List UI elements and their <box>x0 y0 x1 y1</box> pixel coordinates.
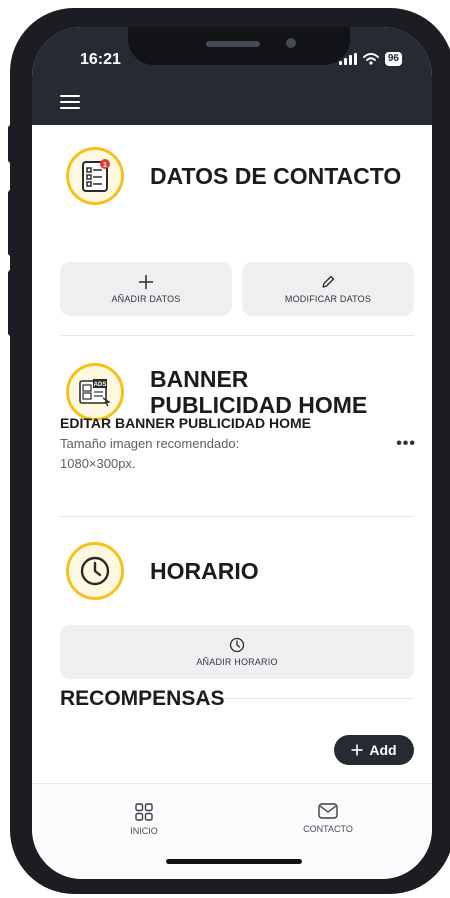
phone-screen: 16:21 96 1 DATOS DE CONTACTO AÑADIR DATO… <box>32 27 432 879</box>
tab-inicio-label: INICIO <box>130 826 158 836</box>
grid-icon <box>135 803 153 821</box>
add-data-button[interactable]: AÑADIR DATOS <box>60 262 232 316</box>
edit-banner-item[interactable]: EDITAR BANNER PUBLICIDAD HOME Tamaño ima… <box>60 415 416 474</box>
svg-text:1: 1 <box>103 162 107 169</box>
speaker-grille <box>206 41 260 47</box>
signal-icon <box>338 53 357 65</box>
more-options-icon[interactable]: ••• <box>396 435 416 453</box>
pencil-icon <box>322 275 335 288</box>
add-schedule-label: AÑADIR HORARIO <box>196 657 278 667</box>
tab-contacto-label: CONTACTO <box>303 824 353 834</box>
clock-small-icon <box>229 637 245 653</box>
edit-banner-title: EDITAR BANNER PUBLICIDAD HOME <box>60 415 311 431</box>
edit-data-label: MODIFICAR DATOS <box>284 294 372 304</box>
bottom-tab-bar: INICIO CONTACTO <box>32 783 432 879</box>
add-data-label: AÑADIR DATOS <box>111 294 181 304</box>
schedule-section-header: HORARIO <box>66 542 259 600</box>
plus-icon <box>139 275 153 289</box>
camera-dot <box>286 38 296 48</box>
divider <box>60 335 414 336</box>
banner-section-title: BANNER PUBLICIDAD HOME <box>150 366 368 418</box>
ads-icon: ADS <box>66 363 124 421</box>
contact-section-title: DATOS DE CONTACTO <box>150 163 402 189</box>
mail-icon <box>318 803 338 819</box>
add-reward-label: Add <box>369 742 397 758</box>
ads-badge-text: ADS <box>94 382 107 388</box>
home-indicator <box>166 859 302 864</box>
contact-form-icon: 1 <box>66 147 124 205</box>
status-icons: 96 <box>338 52 402 66</box>
camera-notch <box>128 27 350 65</box>
main-content: 1 DATOS DE CONTACTO AÑADIR DATOS MODIFIC… <box>32 125 432 795</box>
tab-inicio[interactable]: INICIO <box>84 802 204 836</box>
add-schedule-button[interactable]: AÑADIR HORARIO <box>60 625 414 679</box>
menu-icon[interactable] <box>60 95 80 109</box>
app-header: 16:21 96 <box>32 27 432 125</box>
banner-section-header: ADS BANNER PUBLICIDAD HOME <box>66 363 390 421</box>
divider <box>60 516 414 517</box>
tab-contacto[interactable]: CONTACTO <box>268 802 388 834</box>
schedule-section-title: HORARIO <box>150 558 259 584</box>
add-reward-button[interactable]: Add <box>334 735 414 765</box>
plus-icon <box>351 744 363 756</box>
edit-banner-subtitle: Tamaño imagen recomendado: 1080×300px. <box>60 436 240 471</box>
wifi-icon <box>362 53 379 65</box>
rewards-title: RECOMPENSAS <box>60 687 225 710</box>
battery-indicator: 96 <box>384 52 402 66</box>
status-time: 16:21 <box>80 51 121 68</box>
contact-section-header: 1 DATOS DE CONTACTO <box>66 147 401 205</box>
clock-icon <box>66 542 124 600</box>
edit-data-button[interactable]: MODIFICAR DATOS <box>242 262 414 316</box>
